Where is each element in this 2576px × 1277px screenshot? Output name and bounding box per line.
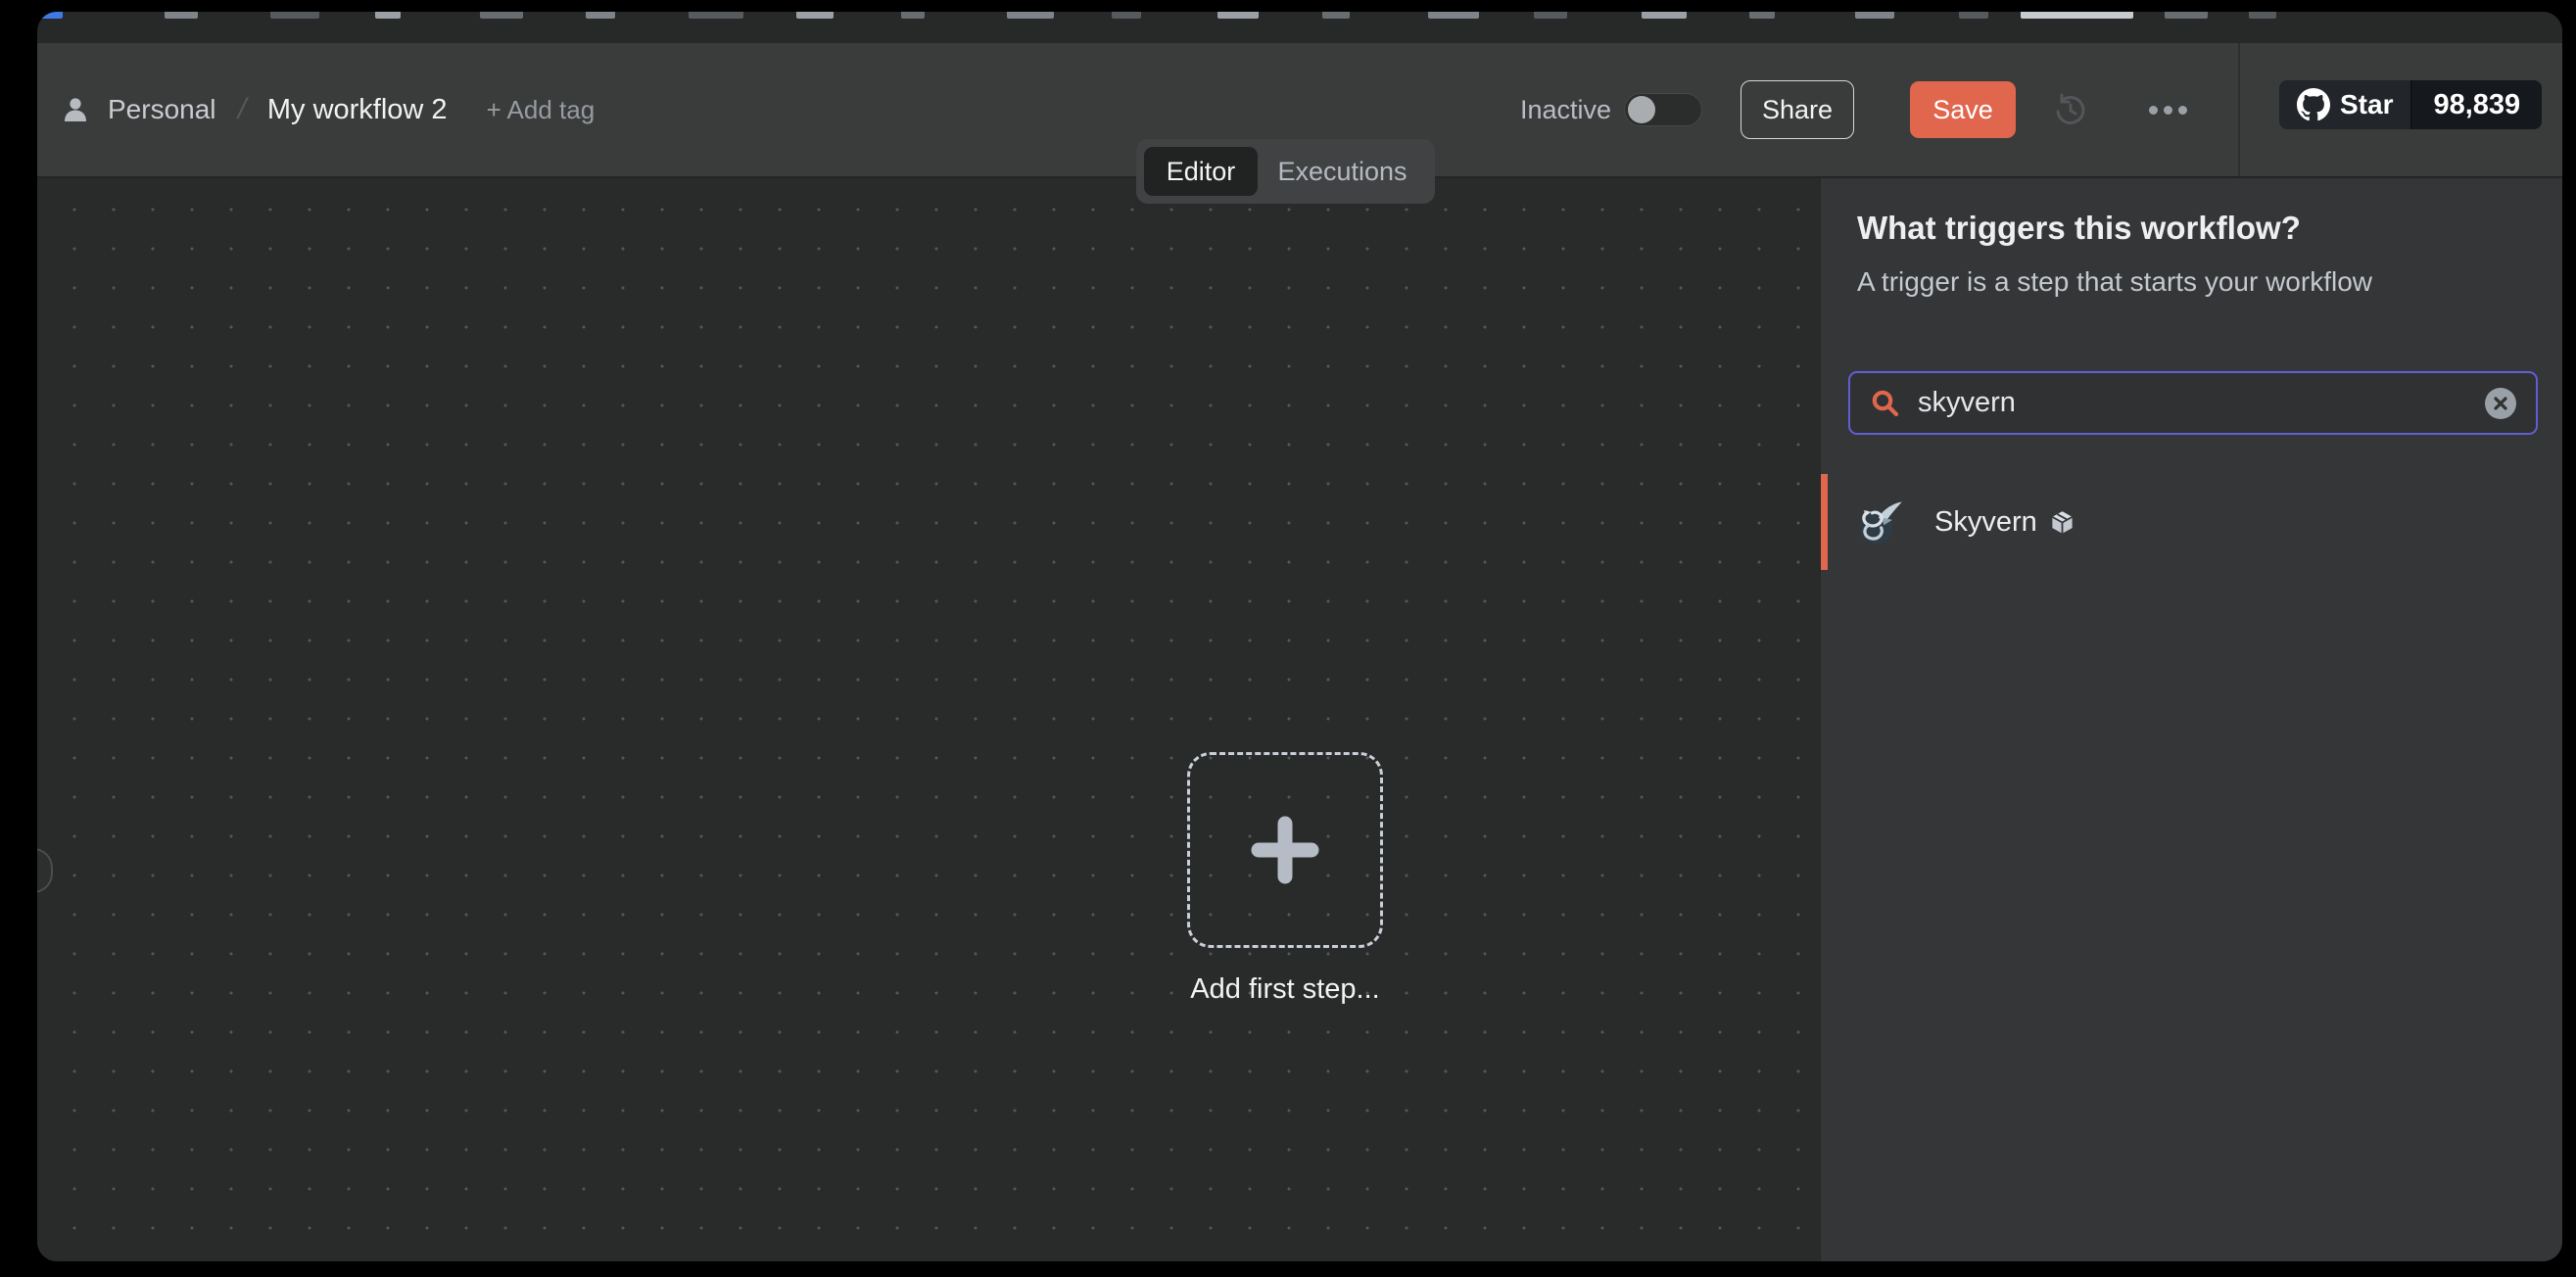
search-result-skyvern[interactable]: Skyvern (1821, 474, 2562, 570)
browser-tab-fragment (375, 12, 401, 19)
browser-tab-fragment (1322, 12, 1350, 19)
browser-tab-fragment (1642, 12, 1687, 19)
browser-tab-fragment (901, 12, 925, 19)
history-icon (2050, 90, 2089, 129)
close-icon (2493, 396, 2508, 411)
browser-tab-fragment (586, 12, 615, 19)
browser-tab-fragment (1855, 12, 1894, 19)
header-divider (2238, 43, 2240, 176)
breadcrumb-project[interactable]: Personal (108, 94, 216, 125)
browser-tab-fragment (39, 12, 63, 19)
breadcrumb: Personal / My workflow 2 + Add tag (61, 43, 595, 176)
search-icon (1870, 388, 1900, 418)
browser-tab-fragment (1749, 12, 1775, 19)
result-name: Skyvern (1934, 506, 2037, 539)
history-button[interactable] (2049, 43, 2090, 176)
expand-sidebar-handle[interactable] (37, 848, 53, 893)
browser-tab-fragment (689, 12, 743, 19)
tab-editor[interactable]: Editor (1144, 147, 1258, 196)
app-window: Personal / My workflow 2 + Add tag Inact… (37, 12, 2562, 1261)
node-search-box (1848, 371, 2538, 435)
github-star-widget[interactable]: Star 98,839 (2279, 80, 2542, 129)
save-button[interactable]: Save (1910, 81, 2016, 138)
browser-tab-fragment (1007, 12, 1054, 19)
github-star-count[interactable]: 98,839 (2410, 80, 2542, 129)
clear-search-button[interactable] (2485, 388, 2516, 419)
share-button[interactable]: Share (1741, 80, 1854, 139)
panel-title: What triggers this workflow? (1857, 210, 2301, 247)
toggle-knob (1628, 96, 1655, 123)
browser-tab-fragment (2249, 12, 2276, 19)
breadcrumb-separator: / (230, 93, 254, 126)
more-options-button[interactable] (2149, 43, 2187, 176)
tab-executions[interactable]: Executions (1258, 147, 1427, 196)
trigger-panel: What triggers this workflow? A trigger i… (1820, 178, 2562, 1261)
browser-tab-fragment (480, 12, 523, 19)
add-first-step-label: Add first step... (1089, 973, 1481, 1006)
browser-tab-fragment (1534, 12, 1567, 19)
activation-status-label: Inactive (1494, 43, 1611, 176)
package-cube-icon (2049, 509, 2075, 536)
browser-tab-fragment (1428, 12, 1479, 19)
skyvern-dragon-logo (1854, 497, 1905, 547)
activation-toggle[interactable] (1624, 43, 1702, 176)
ellipsis-dot (2178, 106, 2187, 115)
workflow-canvas[interactable]: Add first step... (37, 178, 1820, 1261)
user-icon (61, 95, 90, 124)
browser-tab-strip (37, 12, 2562, 43)
browser-tab-fragment (1112, 12, 1141, 19)
workflow-name[interactable]: My workflow 2 (267, 94, 448, 126)
github-star-button[interactable]: Star (2279, 80, 2410, 129)
panel-subtitle: A trigger is a step that starts your wor… (1857, 266, 2372, 298)
browser-tab-fragment (165, 12, 198, 19)
github-icon (2297, 88, 2330, 121)
toggle-track[interactable] (1624, 93, 1702, 126)
view-tabs: Editor Executions (1136, 139, 1435, 204)
browser-tab-fragment (2165, 12, 2208, 19)
result-hover-accent (1821, 474, 1828, 570)
search-input[interactable] (1918, 387, 2467, 419)
browser-tab-fragment (1217, 12, 1259, 19)
browser-tab-fragment (270, 12, 319, 19)
plus-icon (1246, 811, 1324, 889)
save-button-wrap: Save (1910, 43, 2016, 176)
browser-tab-fragment (2021, 12, 2133, 19)
browser-tab-fragment (1959, 12, 1988, 19)
add-tag-button[interactable]: + Add tag (487, 95, 596, 125)
add-first-step-button[interactable] (1187, 752, 1383, 948)
ellipsis-dot (2149, 106, 2158, 115)
ellipsis-dot (2164, 106, 2172, 115)
share-button-wrap: Share (1741, 43, 1854, 176)
browser-tab-fragment (796, 12, 834, 19)
github-star-label: Star (2340, 89, 2393, 120)
